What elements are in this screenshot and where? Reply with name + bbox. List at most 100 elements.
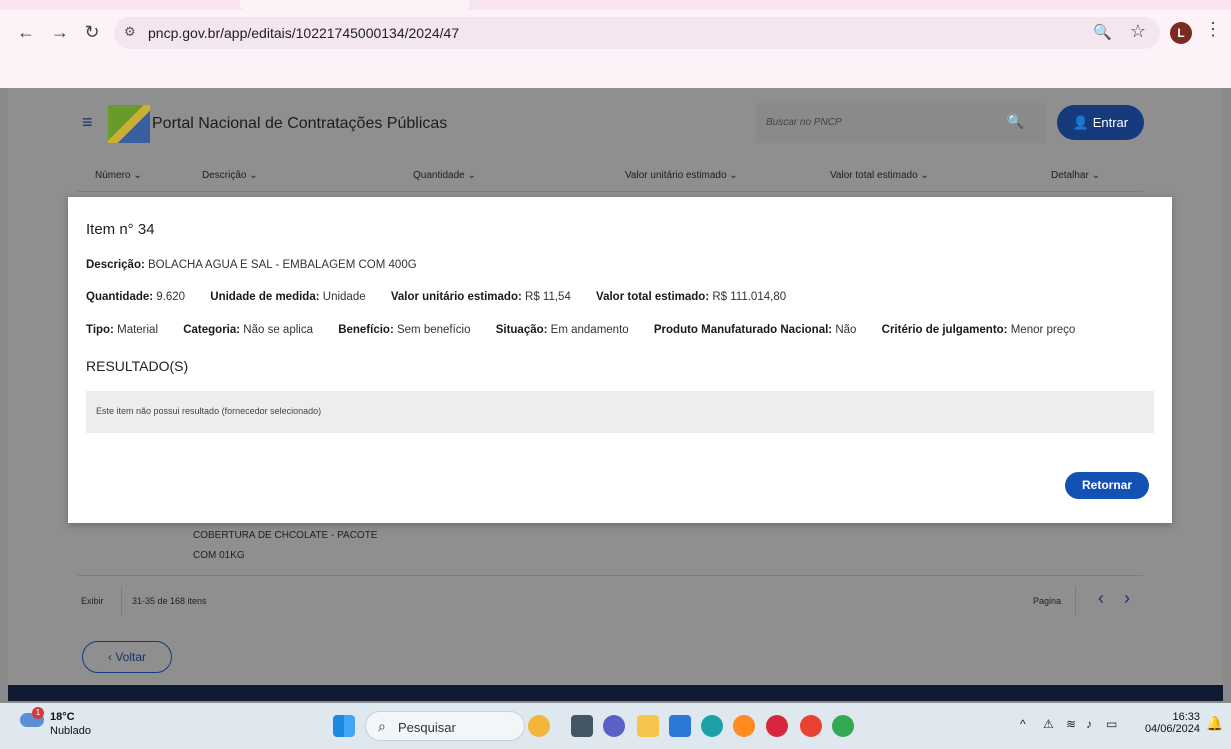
search-placeholder: Buscar no PNCP (766, 117, 842, 128)
hamburger-menu-icon[interactable]: ≡ (82, 112, 93, 133)
search-icon[interactable]: 🔍 (1007, 113, 1024, 130)
exibir-label: Exibir (81, 596, 104, 606)
site-header: ≡ Portal Nacional de Contratações Públic… (8, 88, 1223, 158)
modal-title: Item n° 34 (86, 221, 155, 238)
tipo-value: Material (117, 324, 159, 336)
login-button[interactable]: 👤 Entrar (1057, 105, 1144, 140)
user-icon: 👤 (1072, 115, 1090, 130)
valor-unitario-value: R$ 11,54 (525, 291, 571, 303)
weather-condition: Nublado (50, 725, 91, 737)
url-text[interactable]: pncp.gov.br/app/editais/10221745000134/2… (148, 25, 459, 41)
situacao-value: Em andamento (550, 324, 629, 336)
col-descricao[interactable]: Descrição ⌄ (202, 170, 258, 181)
pagina-label: Pagina (1033, 596, 1062, 606)
login-label: Entrar (1092, 115, 1129, 130)
valor-unitario-label: Valor unitário estimado: (390, 291, 522, 303)
wifi-icon[interactable]: ≋ (1066, 717, 1076, 731)
beneficio-value: Sem benefício (396, 324, 471, 336)
active-tab[interactable] (240, 0, 470, 10)
widgets-icon[interactable] (528, 715, 550, 737)
col-quantidade[interactable]: Quantidade ⌄ (413, 170, 476, 181)
col-valor-unitario[interactable]: Valor unitário estimado ⌄ (625, 170, 738, 181)
chevron-left-icon: ‹ (107, 650, 112, 664)
clock-date: 04/06/2024 (1144, 723, 1200, 735)
weather-temp: 18°C (50, 711, 75, 723)
notification-bell-icon[interactable]: 🔔 (1206, 715, 1223, 732)
taskbar: 1 18°C Nublado ⌕ Pesquisar ^ ⚠ ≋ ♪ ▭ 16:… (0, 703, 1231, 749)
pagination: Exibir 31-35 de 168 itens Pagina ‹ › (78, 586, 1143, 616)
quantidade-label: Quantidade: (86, 291, 154, 303)
search-icon: ⌕ (378, 718, 386, 734)
row-divider (78, 575, 1143, 576)
back-arrow-icon[interactable]: ← (14, 20, 38, 44)
site-settings-icon[interactable]: ⚙ (124, 24, 136, 40)
app-icon[interactable] (766, 715, 788, 737)
attributes-line: Tipo: Material Categoria: Não se aplica … (86, 324, 1075, 336)
beneficio-label: Benefício: (338, 324, 394, 336)
quantities-line: Quantidade: 9.620 Unidade de medida: Uni… (86, 291, 808, 303)
row-description-line2: COM 01KG (193, 550, 245, 561)
zoom-icon[interactable]: 🔍 (1093, 23, 1112, 41)
store-icon[interactable] (669, 715, 691, 737)
reload-icon[interactable]: ↻ (80, 20, 104, 44)
search-input[interactable]: Buscar no PNCP 🔍 (756, 103, 1046, 143)
footer-band (8, 685, 1223, 701)
chevron-up-icon[interactable]: ^ (1020, 717, 1026, 731)
categoria-value: Não se aplica (243, 324, 313, 336)
battery-icon[interactable]: ▭ (1106, 717, 1117, 731)
col-detalhar[interactable]: Detalhar ⌄ (1051, 170, 1100, 181)
network-off-icon[interactable]: ⚠ (1043, 717, 1054, 731)
col-valor-total[interactable]: Valor total estimado ⌄ (830, 170, 929, 181)
edge-icon[interactable] (701, 715, 723, 737)
tipo-label: Tipo: (86, 324, 114, 336)
site-title[interactable]: Portal Nacional de Contratações Públicas (152, 115, 447, 133)
valor-total-label: Valor total estimado: (596, 291, 710, 303)
resultados-box: Este item não possui resultado (forneced… (86, 391, 1154, 433)
bookmark-star-icon[interactable]: ☆ (1130, 21, 1146, 42)
browser-chrome: ← → ↻ ⚙ pncp.gov.br/app/editais/10221745… (0, 0, 1231, 88)
windows-start-icon[interactable] (333, 715, 355, 737)
col-numero[interactable]: Número ⌄ (95, 170, 142, 181)
next-page-icon[interactable]: › (1124, 588, 1130, 609)
browser-menu-icon[interactable]: ⋮ (1204, 19, 1222, 40)
items-range[interactable]: 31-35 de 168 itens (132, 596, 207, 606)
situacao-label: Situação: (495, 324, 548, 336)
task-view-icon[interactable] (571, 715, 593, 737)
produto-label: Produto Manufaturado Nacional: (653, 324, 833, 336)
pncp-logo[interactable] (108, 105, 150, 143)
descricao-value: BOLACHA AGUA E SAL - EMBALAGEM COM 400G (148, 259, 417, 271)
back-button[interactable]: ‹ Voltar (82, 641, 172, 673)
back-label: Voltar (115, 650, 147, 664)
taskbar-search-label: Pesquisar (398, 720, 456, 735)
clock-time: 16:33 (1172, 711, 1200, 723)
resultados-empty-text: Este item não possui resultado (forneced… (96, 406, 322, 416)
criterio-label: Critério de julgamento: (881, 324, 1008, 336)
criterio-value: Menor preço (1010, 324, 1076, 336)
produto-value: Não (835, 324, 857, 336)
file-explorer-icon[interactable] (637, 715, 659, 737)
tab-strip (0, 0, 1231, 10)
resultados-title: RESULTADO(S) (86, 358, 189, 374)
item-detail-modal: Item n° 34 Descrição: BOLACHA AGUA E SAL… (68, 197, 1172, 523)
forward-arrow-icon[interactable]: → (48, 20, 72, 44)
quantidade-value: 9.620 (156, 291, 186, 303)
categoria-label: Categoria: (183, 324, 241, 336)
retornar-button[interactable]: Retornar (1065, 472, 1149, 499)
prev-page-icon[interactable]: ‹ (1098, 588, 1104, 609)
firefox-icon[interactable] (733, 715, 755, 737)
profile-avatar[interactable]: L (1170, 22, 1192, 44)
clock[interactable]: 16:33 04/06/2024 (1142, 711, 1200, 735)
unidade-value: Unidade (322, 291, 366, 303)
notification-badge: 1 (32, 707, 44, 719)
valor-total-value: R$ 111.014,80 (712, 291, 787, 303)
row-description-line1: COBERTURA DE CHCOLATE - PACOTE (193, 530, 378, 541)
unidade-label: Unidade de medida: (210, 291, 320, 303)
teams-icon[interactable] (603, 715, 625, 737)
table-header: Número ⌄ Descrição ⌄ Quantidade ⌄ Valor … (78, 158, 1143, 192)
taskbar-search[interactable]: ⌕ Pesquisar (365, 711, 525, 741)
chrome-icon[interactable] (800, 715, 822, 737)
address-bar[interactable]: ⚙ pncp.gov.br/app/editais/10221745000134… (114, 17, 1160, 49)
chrome-profile-icon[interactable] (832, 715, 854, 737)
volume-icon[interactable]: ♪ (1086, 717, 1092, 731)
descricao-label: Descrição: (86, 259, 145, 271)
